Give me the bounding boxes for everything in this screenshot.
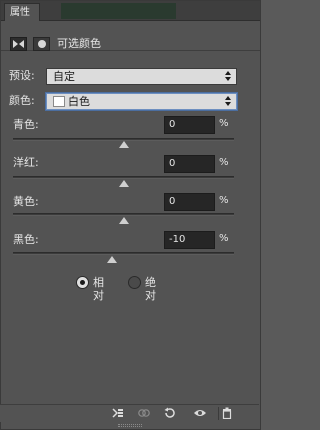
visibility-eye-icon[interactable] (192, 407, 208, 420)
relative-label[interactable]: 相对 (93, 276, 104, 302)
panel-title: 可选颜色 (57, 37, 101, 50)
slider-label-black: 黑色: (13, 233, 39, 246)
preset-label: 预设: (9, 69, 35, 82)
preset-select[interactable]: 自定 (46, 68, 237, 85)
color-swatch (53, 95, 65, 107)
tabbar-background-strip (61, 3, 176, 19)
black-slider-thumb[interactable] (107, 256, 118, 263)
mask-dot (38, 40, 46, 48)
chevron-updown-icon (225, 96, 232, 107)
cyan-slider-thumb[interactable] (118, 141, 129, 148)
resize-grip[interactable] (118, 424, 142, 427)
yellow-input[interactable]: 0 (164, 193, 215, 211)
trash-icon[interactable] (218, 407, 234, 420)
clip-to-layer-icon[interactable] (110, 407, 126, 420)
slider-label-magenta: 洋红: (13, 156, 39, 169)
absolute-radio[interactable] (128, 276, 141, 289)
preset-value: 自定 (53, 70, 75, 83)
colors-value: 白色 (68, 95, 90, 108)
yellow-slider-thumb[interactable] (118, 217, 129, 224)
cyan-unit: % (219, 118, 229, 129)
colors-select[interactable]: 白色 (46, 93, 237, 110)
black-slider-track[interactable] (13, 252, 234, 255)
yellow-unit: % (219, 195, 229, 206)
magenta-input[interactable]: 0 (164, 155, 215, 173)
yellow-slider-track[interactable] (13, 213, 234, 216)
magenta-slider-thumb[interactable] (118, 180, 129, 187)
slider-label-yellow: 黄色: (13, 195, 39, 208)
magenta-unit: % (219, 157, 229, 168)
magenta-slider-track[interactable] (13, 176, 234, 179)
slider-label-cyan: 青色: (13, 118, 39, 131)
black-unit: % (219, 233, 229, 244)
colors-label: 颜色: (9, 94, 35, 107)
panel-tabbar: 属性 (1, 1, 260, 21)
chevron-updown-icon (225, 71, 232, 82)
tab-properties[interactable]: 属性 (4, 3, 40, 21)
view-previous-state-icon[interactable] (136, 407, 152, 420)
adjustment-layer-icon[interactable] (10, 37, 27, 51)
relative-radio[interactable] (76, 276, 89, 289)
absolute-label[interactable]: 绝对 (145, 276, 156, 302)
black-input[interactable]: -10 (164, 231, 215, 249)
reset-icon[interactable] (162, 407, 178, 420)
layer-mask-icon[interactable] (33, 37, 50, 51)
cyan-input[interactable]: 0 (164, 116, 215, 134)
